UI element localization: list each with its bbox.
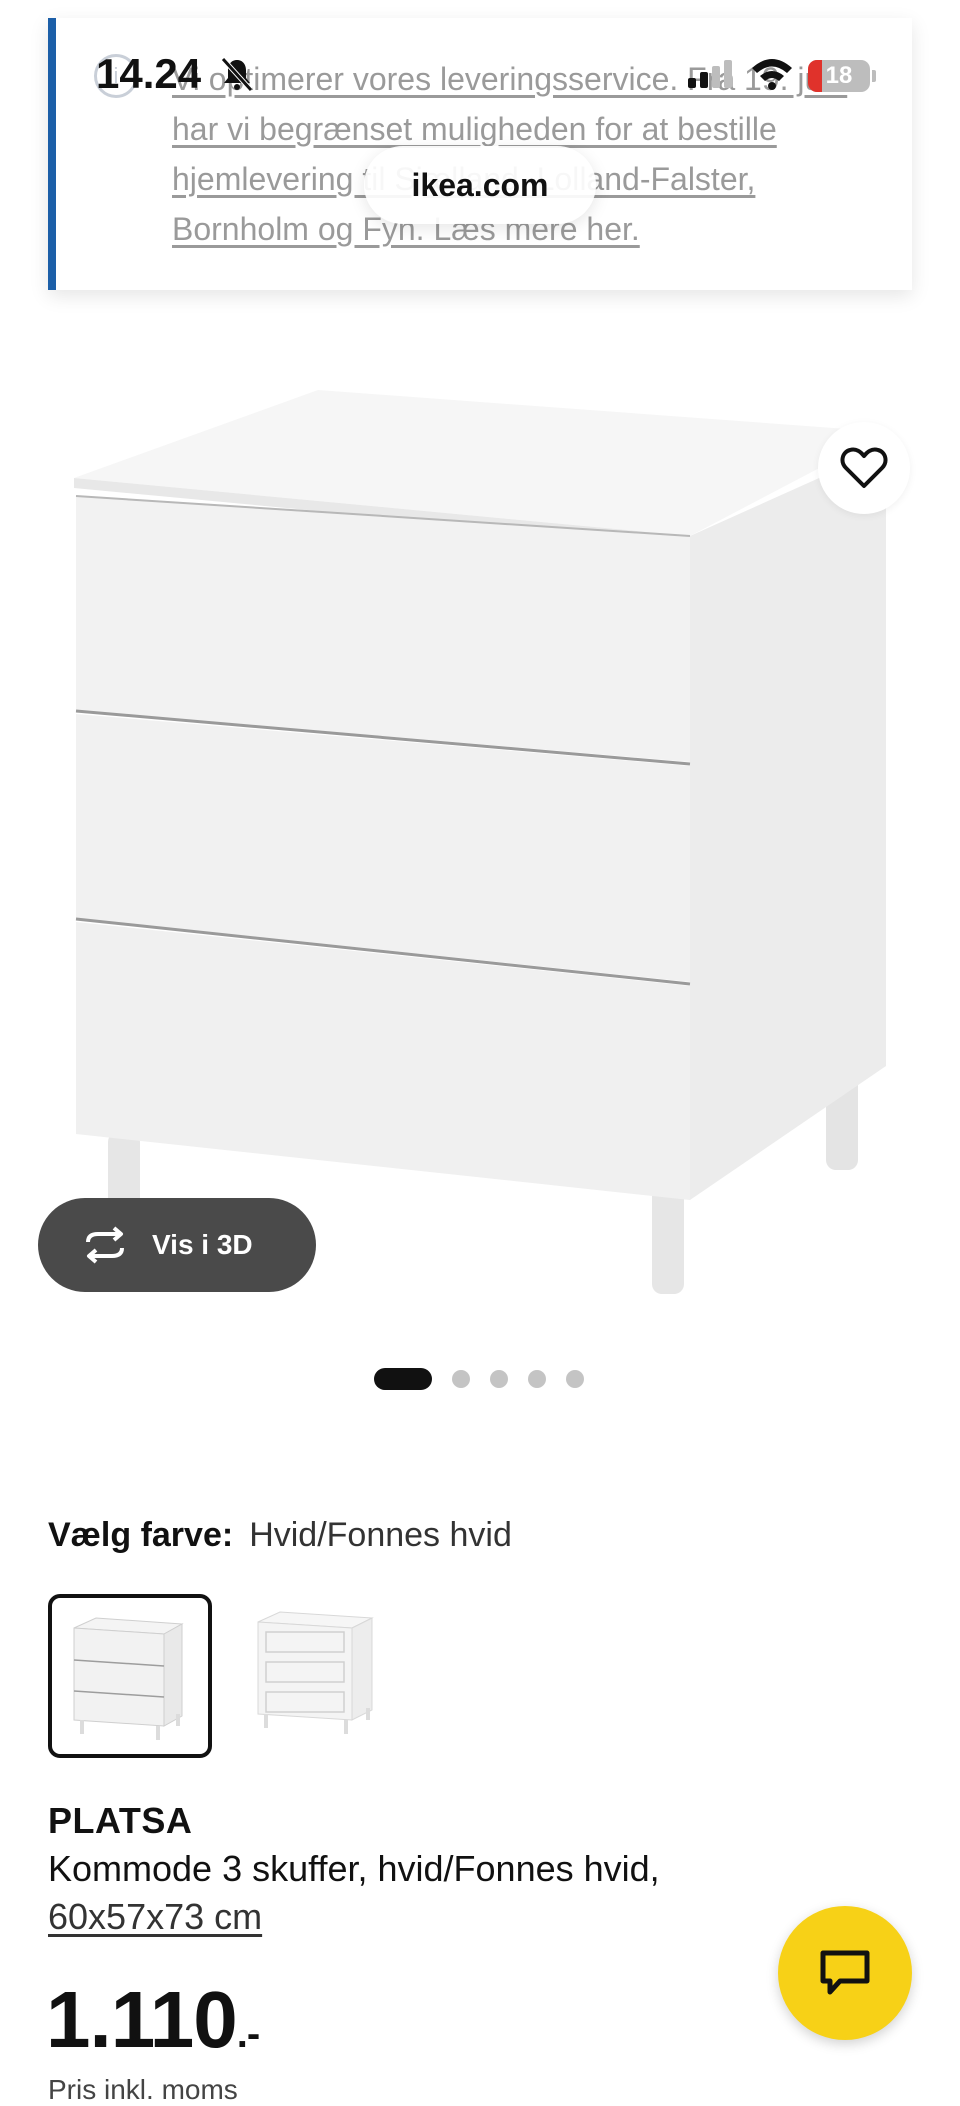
url-bar[interactable]: ikea.com bbox=[364, 146, 596, 224]
wifi-icon bbox=[752, 59, 792, 90]
price-note: Pris inkl. moms bbox=[48, 2074, 238, 2105]
carousel-dot-5[interactable] bbox=[566, 1370, 584, 1388]
carousel-dot-2[interactable] bbox=[452, 1370, 470, 1388]
battery-level: 18 bbox=[825, 62, 853, 89]
price-amount: 1.110 bbox=[46, 1975, 238, 2064]
color-selector-heading: Vælg farve: Hvid/Fonnes hvid bbox=[48, 1516, 512, 1555]
heart-icon bbox=[840, 447, 888, 488]
carousel-dot-4[interactable] bbox=[528, 1370, 546, 1388]
product-name: PLATSA bbox=[48, 1800, 193, 1841]
battery-icon: 18 bbox=[808, 60, 870, 92]
battery-tip bbox=[872, 70, 876, 82]
view-3d-button[interactable]: Vis i 3D bbox=[38, 1198, 316, 1292]
bell-off-icon bbox=[221, 57, 253, 92]
signal-icon bbox=[688, 60, 736, 88]
chat-icon bbox=[820, 1950, 870, 1995]
favorite-button[interactable] bbox=[818, 422, 910, 514]
color-label: Vælg farve: bbox=[48, 1516, 234, 1554]
product-dimensions-link[interactable]: 60x57x73 cm bbox=[48, 1896, 262, 1938]
status-time: 14.24 bbox=[96, 50, 202, 97]
color-swatch-selected[interactable] bbox=[48, 1594, 212, 1758]
product-price: 1.110.- bbox=[46, 1974, 260, 2066]
rotate-3d-icon bbox=[86, 1226, 124, 1264]
view-3d-label: Vis i 3D bbox=[152, 1229, 253, 1260]
chat-button[interactable] bbox=[778, 1906, 912, 2040]
swatch-image-white bbox=[73, 1617, 184, 1740]
carousel-dot-1[interactable] bbox=[374, 1368, 432, 1390]
product-image[interactable] bbox=[0, 300, 960, 1340]
color-value: Hvid/Fonnes hvid bbox=[249, 1516, 512, 1554]
price-suffix: .- bbox=[236, 2012, 260, 2056]
carousel-dot-3[interactable] bbox=[490, 1370, 508, 1388]
swatch-image-fonnes-white bbox=[257, 1611, 374, 1734]
color-swatch-option-2[interactable] bbox=[240, 1594, 404, 1758]
product-description: Kommode 3 skuffer, hvid/Fonnes hvid, bbox=[48, 1848, 660, 1889]
